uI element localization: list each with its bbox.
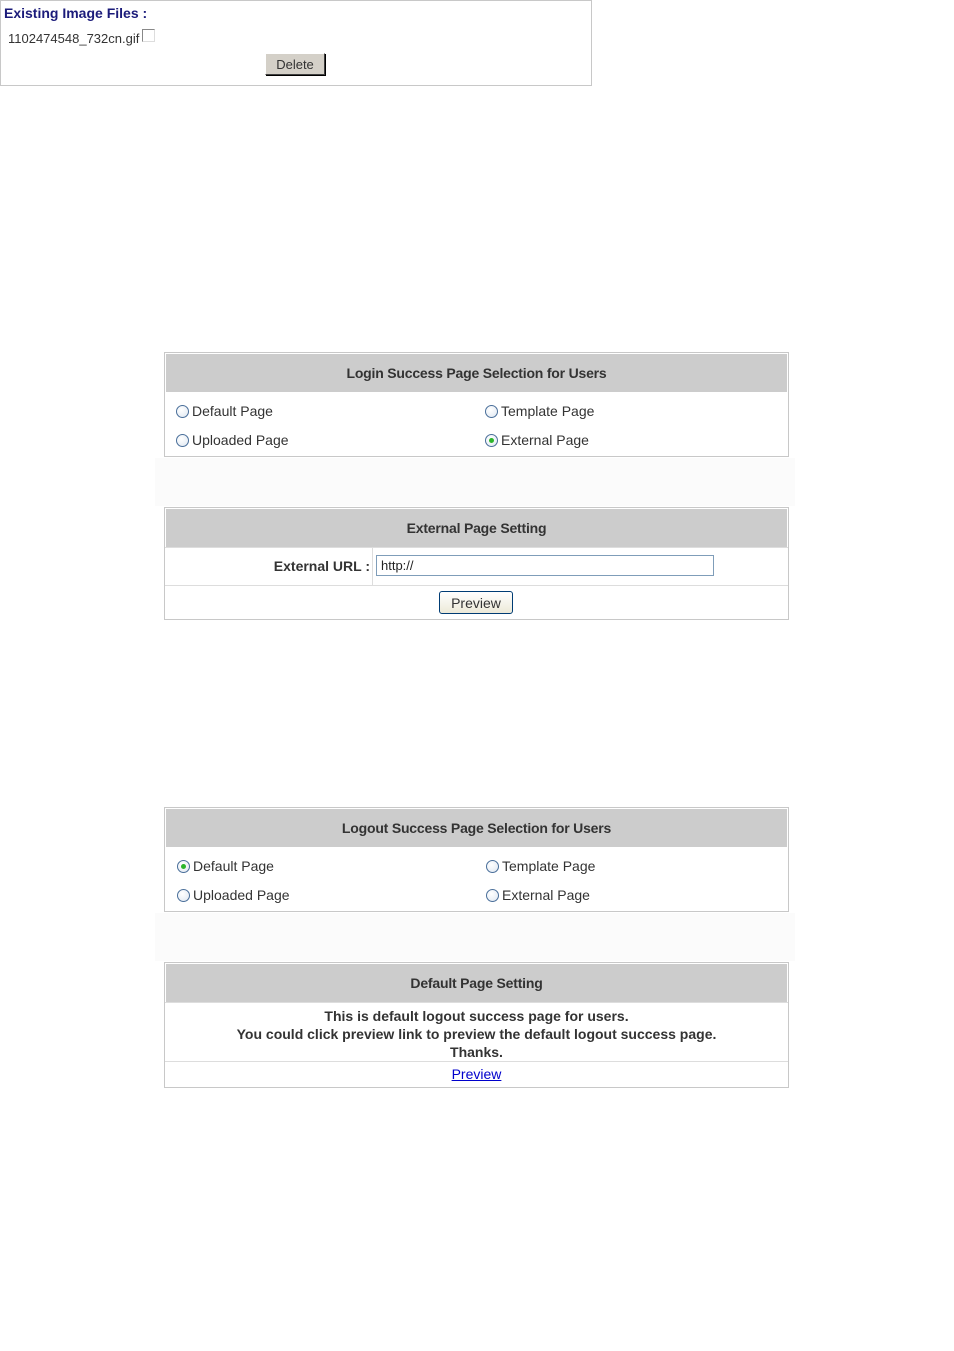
- login-option-uploaded-page[interactable]: Uploaded Page: [176, 432, 289, 448]
- option-label: Default Page: [193, 858, 274, 874]
- external-url-label: External URL :: [165, 548, 373, 585]
- radio-button-icon[interactable]: [176, 433, 189, 447]
- option-label: Uploaded Page: [193, 887, 290, 903]
- logout-selection-header: Logout Success Page Selection for Users: [165, 808, 788, 847]
- message-line: You could click preview link to preview …: [236, 1026, 717, 1042]
- message-line: This is default logout success page for …: [324, 1008, 629, 1024]
- default-setting-header: Default Page Setting: [165, 963, 788, 1002]
- option-label: External Page: [501, 432, 589, 448]
- default-page-setting-panel: Default Page Setting This is default log…: [164, 962, 789, 1088]
- radio-button-icon[interactable]: [176, 404, 189, 418]
- preview-link[interactable]: Preview: [452, 1066, 502, 1082]
- logout-success-selection-panel: Logout Success Page Selection for Users …: [164, 807, 789, 912]
- file-select-checkbox[interactable]: [142, 29, 156, 42]
- option-label: Default Page: [192, 403, 273, 419]
- radio-button-icon[interactable]: [177, 888, 190, 902]
- external-setting-header: External Page Setting: [165, 508, 788, 547]
- logout-option-default-page[interactable]: Default Page: [177, 858, 274, 874]
- radio-button-icon[interactable]: [486, 859, 499, 873]
- external-url-input[interactable]: [376, 555, 714, 576]
- preview-row: Preview: [165, 585, 788, 619]
- message-line: Thanks.: [450, 1044, 503, 1060]
- option-label: Uploaded Page: [192, 432, 289, 448]
- section-spacer: [155, 913, 795, 961]
- preview-link-row: Preview: [165, 1061, 788, 1087]
- default-page-message: This is default logout success page for …: [165, 1002, 788, 1061]
- login-option-template-page[interactable]: Template Page: [485, 403, 594, 419]
- logout-option-uploaded-page[interactable]: Uploaded Page: [177, 887, 290, 903]
- section-spacer: [155, 458, 795, 506]
- option-label: External Page: [502, 887, 590, 903]
- radio-button-icon[interactable]: [485, 404, 498, 418]
- option-label: Template Page: [502, 858, 596, 874]
- login-success-selection-panel: Login Success Page Selection for Users D…: [164, 352, 789, 457]
- radio-button-selected-icon[interactable]: [485, 433, 498, 447]
- existing-image-files-panel: Existing Image Files : 1102474548_732cn.…: [0, 0, 592, 86]
- logout-option-template-page[interactable]: Template Page: [486, 858, 595, 874]
- login-option-external-page[interactable]: External Page: [485, 432, 589, 448]
- logout-option-external-page[interactable]: External Page: [486, 887, 590, 903]
- existing-image-files-title: Existing Image Files :: [4, 5, 148, 21]
- preview-button[interactable]: Preview: [439, 591, 513, 614]
- file-name: 1102474548_732cn.gif: [8, 31, 140, 46]
- login-selection-header: Login Success Page Selection for Users: [165, 353, 788, 392]
- login-option-default-page[interactable]: Default Page: [176, 403, 273, 419]
- option-label: Template Page: [501, 403, 595, 419]
- radio-button-icon[interactable]: [486, 888, 499, 902]
- delete-button[interactable]: Delete: [265, 53, 325, 75]
- file-row: 1102474548_732cn.gif: [8, 29, 156, 46]
- radio-button-selected-icon[interactable]: [177, 859, 190, 873]
- external-url-row: External URL :: [165, 547, 788, 585]
- external-page-setting-panel: External Page Setting External URL : Pre…: [164, 507, 789, 620]
